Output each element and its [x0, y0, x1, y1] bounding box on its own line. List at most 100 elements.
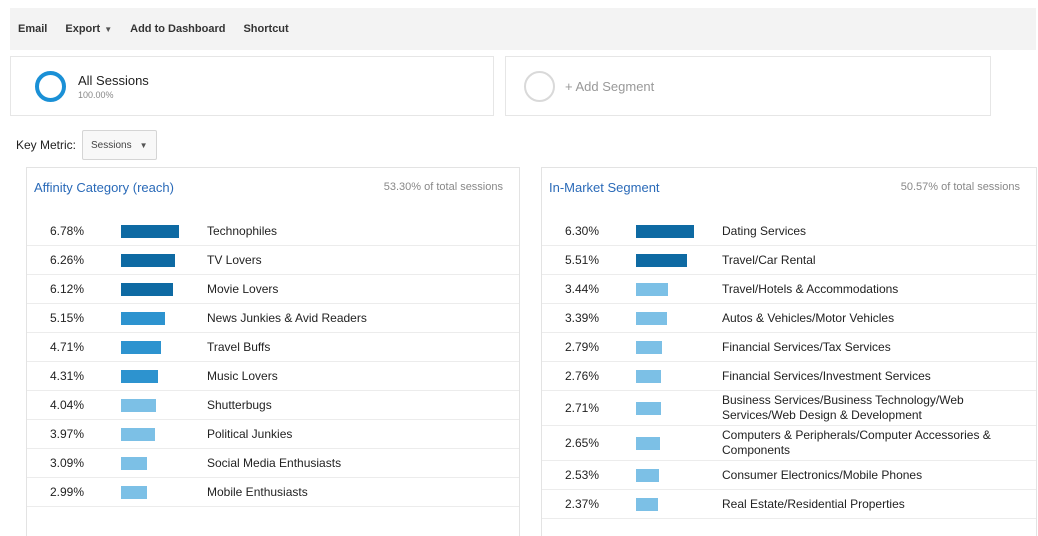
- row-bar-cell: [121, 217, 207, 245]
- row-percent: 2.71%: [565, 401, 600, 415]
- row-bar: [121, 224, 179, 238]
- row-bar-cell: [636, 304, 722, 332]
- table-row: 6.12% Movie Lovers: [27, 275, 519, 304]
- row-bar-cell: [636, 217, 722, 245]
- row-bar: [121, 311, 165, 325]
- row-bar: [121, 485, 147, 499]
- row-bar-cell: [121, 246, 207, 274]
- row-name: Consumer Electronics/Mobile Phones: [722, 467, 923, 482]
- table-row: 2.79% Financial Services/Tax Services: [542, 333, 1036, 362]
- row-name: News Junkies & Avid Readers: [207, 310, 367, 325]
- row-bar: [636, 497, 658, 511]
- table-row: 4.04% Shutterbugs: [27, 391, 519, 420]
- table-row: 2.99% Mobile Enthusiasts: [27, 478, 519, 507]
- key-metric-value: Sessions: [91, 139, 132, 151]
- row-bar: [636, 253, 687, 267]
- row-bar-cell: [121, 275, 207, 303]
- affinity-title[interactable]: Affinity Category (reach): [34, 180, 174, 195]
- row-name: Shutterbugs: [207, 397, 272, 412]
- row-bar-cell: [121, 420, 207, 448]
- row-bar-cell: [121, 333, 207, 361]
- in-market-rows: 6.30% Dating Services 5.51% Travel/Car Rent…: [542, 217, 1036, 519]
- row-name: Music Lovers: [207, 368, 278, 383]
- row-percent: 2.65%: [565, 436, 600, 450]
- row-bar: [121, 456, 147, 470]
- row-bar-cell: [636, 429, 722, 457]
- row-percent: 6.12%: [50, 282, 85, 296]
- row-bar-cell: [636, 246, 722, 274]
- row-name: Dating Services: [722, 223, 807, 238]
- export-dropdown[interactable]: Export ▼: [65, 23, 112, 35]
- table-row: 2.76% Financial Services/Investment Servi…: [542, 362, 1036, 391]
- row-percent: 2.79%: [565, 340, 600, 354]
- table-row: 3.39% Autos & Vehicles/Motor Vehicles: [542, 304, 1036, 333]
- table-row: 5.51% Travel/Car Rental: [542, 246, 1036, 275]
- row-bar-cell: [636, 490, 722, 518]
- table-row: 4.71% Travel Buffs: [27, 333, 519, 362]
- row-percent: 6.26%: [50, 253, 85, 267]
- row-name: Travel Buffs: [207, 339, 271, 354]
- in-market-title[interactable]: In-Market Segment: [549, 180, 660, 195]
- row-bar: [636, 468, 659, 482]
- row-bar: [121, 427, 155, 441]
- add-segment-card[interactable]: + Add Segment: [505, 56, 991, 116]
- row-name: Financial Services/Tax Services: [722, 339, 891, 354]
- row-bar: [121, 369, 158, 383]
- row-percent: 4.31%: [50, 369, 85, 383]
- row-bar: [636, 401, 661, 415]
- row-bar: [636, 340, 662, 354]
- in-market-subtitle: 50.57% of total sessions: [900, 181, 1020, 193]
- row-percent: 4.71%: [50, 340, 85, 354]
- row-name: Technophiles: [207, 223, 278, 238]
- row-bar: [121, 340, 161, 354]
- row-percent: 3.97%: [50, 427, 85, 441]
- row-name: Computers & Peripherals/Computer Accesso…: [722, 428, 991, 457]
- row-bar: [121, 282, 173, 296]
- row-percent: 3.09%: [50, 456, 85, 470]
- segment-name: All Sessions: [78, 72, 149, 88]
- shortcut-button[interactable]: Shortcut: [243, 23, 288, 35]
- row-percent: 5.51%: [565, 253, 600, 267]
- row-percent: 2.76%: [565, 369, 600, 383]
- add-to-dashboard-button[interactable]: Add to Dashboard: [130, 23, 225, 35]
- in-market-panel: In-Market Segment 50.57% of total sessio…: [541, 167, 1037, 536]
- table-row: 4.31% Music Lovers: [27, 362, 519, 391]
- table-row: 3.97% Political Junkies: [27, 420, 519, 449]
- row-name: Real Estate/Residential Properties: [722, 496, 905, 511]
- row-bar-cell: [636, 394, 722, 422]
- table-row: 3.09% Social Media Enthusiasts: [27, 449, 519, 478]
- add-segment-label: + Add Segment: [565, 78, 655, 94]
- segment-ring-icon: [35, 70, 66, 102]
- table-row: 6.30% Dating Services: [542, 217, 1036, 246]
- row-bar-cell: [121, 362, 207, 390]
- row-name: TV Lovers: [207, 252, 262, 267]
- row-name: Travel/Hotels & Accommodations: [722, 281, 899, 296]
- row-bar-cell: [121, 391, 207, 419]
- row-bar-cell: [121, 304, 207, 332]
- row-name: Autos & Vehicles/Motor Vehicles: [722, 310, 895, 325]
- segment-all-sessions[interactable]: All Sessions 100.00%: [10, 56, 494, 116]
- row-percent: 6.78%: [50, 224, 85, 238]
- row-percent: 3.39%: [565, 311, 600, 325]
- row-percent: 2.53%: [565, 468, 600, 482]
- empty-ring-icon: [524, 70, 555, 102]
- table-row: 2.53% Consumer Electronics/Mobile Phones: [542, 461, 1036, 490]
- affinity-rows: 6.78% Technophiles 6.26% TV Lovers 6.12% Movi…: [27, 217, 519, 507]
- caret-down-icon: ▼: [139, 140, 148, 150]
- row-bar-cell: [121, 449, 207, 477]
- row-name: Business Services/Business Technology/We…: [722, 393, 964, 422]
- email-button[interactable]: Email: [18, 23, 47, 35]
- table-row: 3.44% Travel/Hotels & Accommodations: [542, 275, 1036, 304]
- row-bar-cell: [636, 275, 722, 303]
- key-metric: Key Metric: Sessions ▼: [16, 130, 157, 160]
- row-bar-cell: [636, 333, 722, 361]
- table-row: 2.71% Business Services/Business Technolo…: [542, 391, 1036, 426]
- row-percent: 2.99%: [50, 485, 85, 499]
- key-metric-select[interactable]: Sessions ▼: [82, 130, 157, 160]
- row-percent: 2.37%: [565, 497, 600, 511]
- affinity-subtitle: 53.30% of total sessions: [383, 181, 503, 193]
- row-bar: [636, 282, 668, 296]
- row-bar: [636, 436, 660, 450]
- row-bar: [636, 224, 694, 238]
- row-name: Financial Services/Investment Services: [722, 368, 931, 383]
